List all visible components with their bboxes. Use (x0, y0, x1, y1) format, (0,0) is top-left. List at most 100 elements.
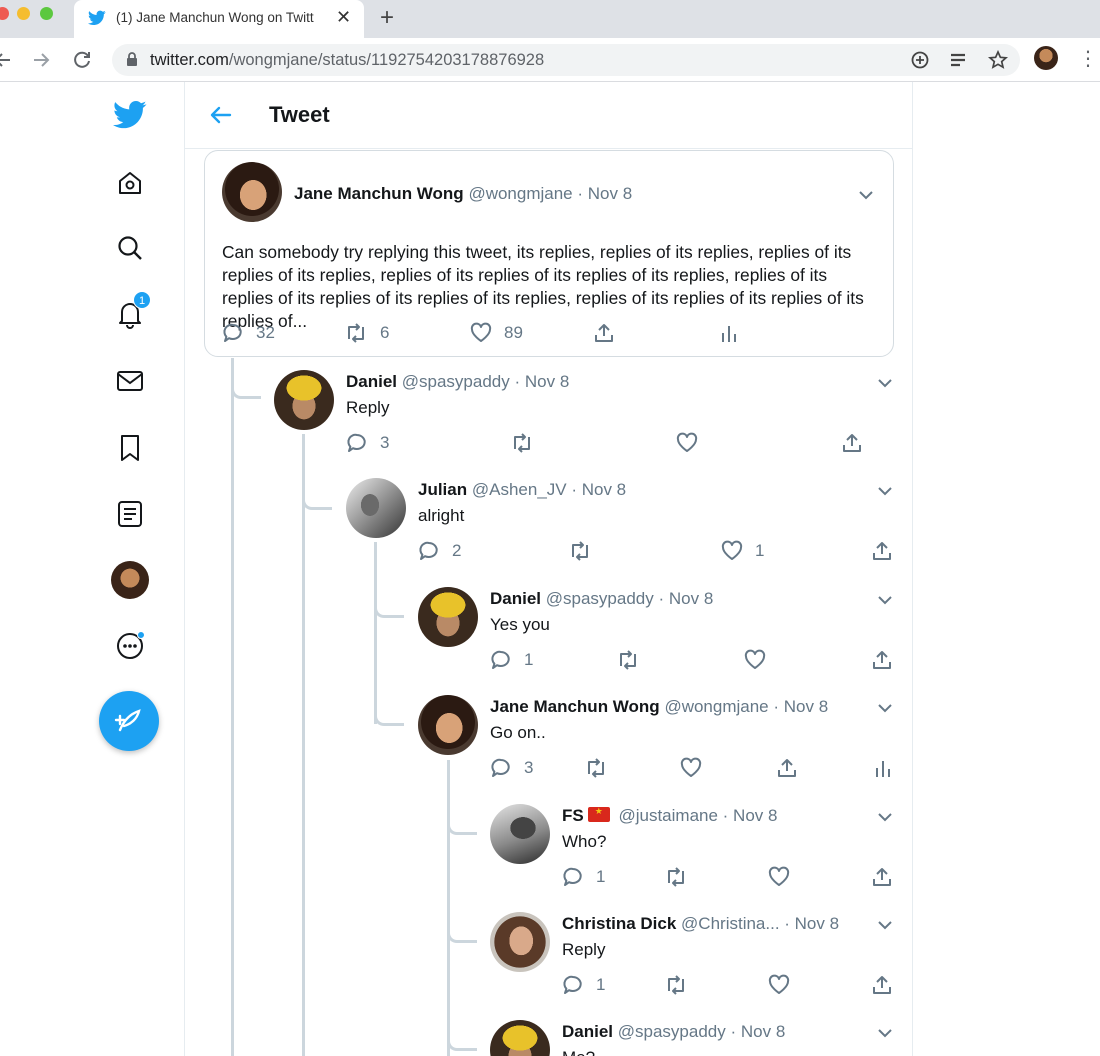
like-button[interactable]: 1 (721, 540, 764, 562)
retweet-button[interactable] (664, 866, 688, 888)
tweet-author: Daniel @spasypaddy · Nov 8 (490, 589, 713, 609)
reply-button[interactable]: 3 (346, 432, 389, 454)
thread-line-2 (302, 434, 305, 1056)
window-close-button[interactable] (0, 7, 9, 20)
avatar[interactable] (418, 695, 478, 755)
chevron-down-icon[interactable] (877, 1027, 893, 1039)
analytics-button[interactable] (872, 757, 894, 779)
reply-button[interactable]: 1 (562, 866, 605, 888)
retweet-button[interactable] (616, 649, 640, 671)
like-button[interactable]: 89 (470, 322, 523, 344)
lists-icon[interactable] (113, 497, 147, 531)
retweet-button[interactable] (510, 432, 534, 454)
reply-icon (491, 758, 510, 777)
author-name[interactable]: Daniel (562, 1022, 613, 1041)
window-minimize-button[interactable] (17, 7, 30, 20)
author-name[interactable]: Julian (418, 480, 467, 499)
heart-icon (768, 974, 790, 994)
share-button[interactable] (871, 974, 893, 996)
author-name[interactable]: Jane Manchun Wong (294, 184, 464, 203)
browser-tab[interactable]: (1) Jane Manchun Wong on Twitt ✕ (74, 0, 364, 38)
chevron-down-icon[interactable] (877, 811, 893, 823)
twitter-favicon-icon (88, 10, 106, 25)
avatar[interactable] (274, 370, 334, 430)
avatar[interactable] (346, 478, 406, 538)
tab-close-icon[interactable]: ✕ (336, 7, 351, 28)
browser-menu-icon[interactable]: ⋮ (1078, 46, 1098, 71)
retweet-button[interactable] (584, 757, 608, 779)
bookmarks-icon[interactable] (113, 431, 147, 465)
reply-button[interactable]: 2 (418, 540, 461, 562)
share-button[interactable] (776, 757, 798, 779)
like-button[interactable] (680, 757, 702, 779)
forward-icon[interactable] (32, 51, 50, 69)
chevron-down-icon[interactable] (877, 702, 893, 714)
author-name[interactable]: Daniel (346, 372, 397, 391)
back-icon[interactable] (0, 51, 12, 69)
author-name[interactable]: Christina Dick (562, 914, 676, 933)
avatar[interactable] (490, 912, 550, 972)
new-tab-button[interactable]: + (380, 4, 394, 32)
author-handle-date[interactable]: @justaimane · Nov 8 (618, 806, 777, 825)
home-icon[interactable] (113, 166, 147, 200)
chevron-down-icon[interactable] (877, 485, 893, 497)
author-handle-date[interactable]: @Christina... · Nov 8 (681, 914, 839, 933)
like-button[interactable] (768, 974, 790, 996)
back-arrow-icon[interactable] (208, 102, 234, 128)
search-icon[interactable] (113, 231, 147, 265)
compose-tweet-button[interactable] (99, 691, 159, 751)
retweet-button[interactable] (664, 974, 688, 996)
author-name[interactable]: Daniel (490, 589, 541, 608)
chevron-down-icon[interactable] (877, 377, 893, 389)
thread-connector (231, 358, 261, 399)
like-button[interactable] (768, 866, 790, 888)
browser-profile-avatar[interactable] (1034, 46, 1058, 70)
window-maximize-button[interactable] (40, 7, 53, 20)
author-handle-date[interactable]: @wongmjane · Nov 8 (468, 184, 632, 203)
share-button[interactable] (871, 540, 893, 562)
reading-list-icon[interactable] (948, 50, 968, 70)
notifications-bell-icon[interactable]: 1 (113, 291, 151, 331)
reply-button[interactable]: 32 (222, 322, 275, 344)
reply-button[interactable]: 3 (490, 757, 533, 779)
messages-mail-icon[interactable] (113, 364, 147, 398)
reply-count: 3 (524, 758, 534, 777)
avatar[interactable] (490, 1020, 550, 1056)
avatar[interactable] (222, 162, 282, 222)
chevron-down-icon[interactable] (877, 594, 893, 606)
reply-button[interactable]: 1 (490, 649, 533, 671)
reply-count: 32 (256, 323, 275, 342)
share-button[interactable] (841, 432, 863, 454)
chevron-down-icon[interactable] (877, 919, 893, 931)
avatar[interactable] (490, 804, 550, 864)
bookmark-star-icon[interactable] (988, 50, 1008, 70)
retweet-button[interactable] (568, 540, 592, 562)
author-handle-date[interactable]: @wongmjane · Nov 8 (664, 697, 828, 716)
reply-button[interactable]: 1 (562, 974, 605, 996)
share-button[interactable] (871, 866, 893, 888)
share-button[interactable] (593, 322, 615, 344)
like-button[interactable] (676, 432, 698, 454)
more-options-icon[interactable] (113, 629, 147, 663)
share-icon (873, 868, 891, 886)
author-handle-date[interactable]: @spasypaddy · Nov 8 (546, 589, 714, 608)
reload-icon[interactable] (72, 50, 92, 70)
more-indicator-dot (137, 631, 145, 639)
tweet-text: Yes you (490, 615, 550, 634)
author-name[interactable]: FS (562, 806, 584, 825)
analytics-button[interactable] (718, 322, 740, 344)
twitter-logo-icon[interactable] (113, 98, 147, 132)
address-bar[interactable]: twitter.com/wongmjane/status/11927542031… (112, 44, 1020, 76)
author-name[interactable]: Jane Manchun Wong (490, 697, 660, 716)
chevron-down-icon[interactable] (858, 189, 874, 201)
avatar[interactable] (418, 587, 478, 647)
retweet-button[interactable]: 6 (344, 322, 389, 344)
tweet-author: Daniel @spasypaddy · Nov 8 (346, 372, 569, 392)
profile-avatar[interactable] (111, 561, 149, 599)
author-handle-date[interactable]: @Ashen_JV · Nov 8 (472, 480, 626, 499)
author-handle-date[interactable]: @spasypaddy · Nov 8 (402, 372, 570, 391)
add-icon[interactable] (910, 50, 930, 70)
author-handle-date[interactable]: @spasypaddy · Nov 8 (618, 1022, 786, 1041)
share-button[interactable] (871, 649, 893, 671)
like-button[interactable] (744, 649, 766, 671)
